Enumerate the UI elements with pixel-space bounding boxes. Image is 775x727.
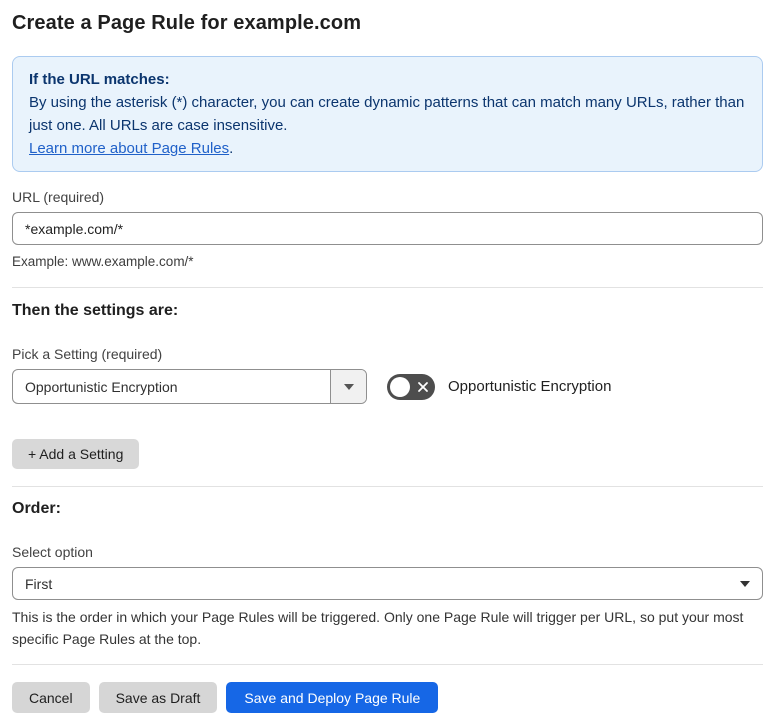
- order-section-heading: Order:: [12, 500, 61, 517]
- link-suffix: .: [229, 140, 234, 157]
- learn-more-link[interactable]: Learn more about Page Rules: [29, 140, 229, 157]
- divider: [12, 287, 763, 288]
- setting-select-value: Opportunistic Encryption: [25, 378, 178, 395]
- divider: [12, 486, 763, 487]
- chevron-down-icon: [740, 580, 750, 587]
- toggle-setting-label: Opportunistic Encryption: [448, 378, 612, 395]
- cancel-button[interactable]: Cancel: [12, 682, 90, 713]
- url-field-label: URL (required): [12, 189, 105, 205]
- setting-select-dropdown-button[interactable]: [330, 370, 366, 403]
- pick-setting-label: Pick a Setting (required): [12, 346, 163, 362]
- setting-row: Opportunistic Encryption Opportunistic E…: [12, 369, 763, 404]
- info-box-link-line: Learn more about Page Rules.: [29, 137, 746, 160]
- setting-select[interactable]: Opportunistic Encryption: [12, 369, 367, 404]
- page-rule-form: Create a Page Rule for example.com If th…: [0, 12, 775, 713]
- chevron-down-icon: [343, 383, 354, 390]
- url-input[interactable]: [12, 212, 763, 245]
- info-box-heading: If the URL matches:: [29, 71, 170, 88]
- order-select-value: First: [25, 575, 53, 592]
- url-example-hint: Example: www.example.com/*: [12, 254, 194, 269]
- footer-actions: Cancel Save as Draft Save and Deploy Pag…: [12, 682, 763, 713]
- settings-section-heading: Then the settings are:: [12, 302, 179, 319]
- toggle-knob: [390, 376, 410, 397]
- url-matches-info-box: If the URL matches: By using the asteris…: [12, 56, 763, 172]
- add-setting-button[interactable]: + Add a Setting: [12, 439, 140, 469]
- opportunistic-encryption-toggle[interactable]: [387, 373, 435, 400]
- page-title: Create a Page Rule for example.com: [12, 12, 362, 34]
- order-select-label: Select option: [12, 544, 93, 560]
- toggle-off-x-icon: [417, 381, 429, 393]
- save-as-draft-button[interactable]: Save as Draft: [98, 682, 218, 713]
- save-and-deploy-button[interactable]: Save and Deploy Page Rule: [226, 682, 439, 713]
- order-select[interactable]: First: [12, 567, 763, 600]
- divider: [12, 664, 763, 665]
- order-hint: This is the order in which your Page Rul…: [12, 609, 744, 647]
- info-box-body: By using the asterisk (*) character, you…: [29, 94, 745, 134]
